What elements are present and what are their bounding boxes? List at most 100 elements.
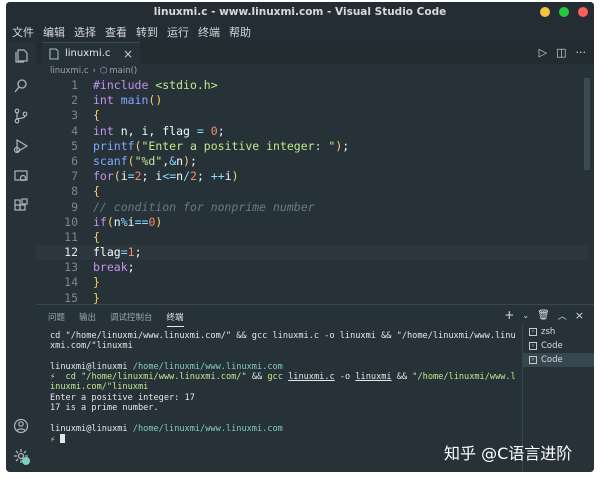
code-line[interactable]: 5 printf("Enter a positive integer: "); [36, 139, 588, 154]
code-line-active[interactable]: 12 flag=1; [36, 245, 588, 261]
close-tab-icon[interactable]: × [123, 47, 133, 61]
account-icon[interactable] [13, 418, 29, 434]
terminal-cursor [60, 433, 66, 443]
code-text: scanf("%d",&n); [93, 153, 197, 168]
terminal-item-label: Code [541, 355, 563, 365]
code-line[interactable]: 11 { [36, 230, 588, 245]
split-editor-icon[interactable]: ◫ [556, 46, 566, 59]
code-text: if(n%i==0) [93, 214, 163, 229]
kill-terminal-icon[interactable]: 🗑 [537, 310, 550, 321]
line-number: 9 [71, 199, 78, 214]
code-editor[interactable]: 1 #include <stdio.h> 2 int main() 3{ 4 int … [36, 78, 588, 304]
code-line[interactable]: 10 if(n%i==0) [36, 215, 588, 230]
code-text: int n, i, flag = 0; [93, 123, 225, 138]
code-line[interactable]: 3{ [36, 108, 588, 123]
cube-icon: ⬡ [99, 66, 108, 76]
menu-file[interactable]: 文件 [12, 24, 34, 40]
menu-help[interactable]: 帮助 [229, 24, 251, 40]
terminal-item-label: Code [541, 341, 563, 351]
terminal-prompt: linuxmi@linuxmi /home/linuxmi/www.linuxm… [50, 423, 283, 434]
code-line[interactable]: 13 break; [36, 260, 588, 275]
tab-terminal[interactable]: 终端 [166, 311, 184, 327]
tab-output[interactable]: 输出 [79, 311, 96, 327]
line-number: 10 [64, 214, 78, 229]
line-number: 8 [71, 184, 78, 199]
code-text: } [93, 275, 100, 290]
tab-label: linuxmi.c [65, 48, 111, 59]
close-panel-icon[interactable]: × [575, 309, 584, 322]
code-line[interactable]: 9 // condition for nonprime number [36, 200, 588, 215]
more-actions-icon[interactable]: ··· [576, 46, 587, 59]
chevron-right-icon: › [92, 66, 96, 76]
line-number: 3 [71, 108, 78, 123]
menu-go[interactable]: 转到 [136, 24, 158, 40]
code-text: int main() [93, 93, 163, 108]
line-number: 6 [71, 153, 78, 168]
code-line[interactable]: 6 scanf("%d",&n); [36, 154, 588, 169]
code-text: break; [93, 260, 135, 275]
menu-terminal[interactable]: 终端 [198, 24, 220, 40]
code-text: { [93, 229, 100, 244]
code-text: for(i=2; i<=n/2; ++i) [93, 169, 239, 184]
menu-view[interactable]: 查看 [105, 24, 127, 40]
terminal-item-code-active[interactable]: › Code [523, 353, 594, 367]
menu-edit[interactable]: 编辑 [43, 24, 65, 40]
terminal-dropdown-icon[interactable]: ⌄ [522, 311, 529, 320]
panel-tabs: 问题 输出 调试控制台 终端 [48, 311, 184, 327]
tab-problems[interactable]: 问题 [48, 311, 65, 327]
terminal-line: xmi.com/"linuxmi [50, 341, 133, 352]
line-number: 5 [71, 138, 78, 153]
terminal-item-code[interactable]: › Code [523, 339, 594, 353]
code-line[interactable]: 2 int main() [36, 93, 588, 108]
tab-debug-console[interactable]: 调试控制台 [110, 311, 153, 327]
menu-run[interactable]: 运行 [167, 24, 189, 40]
menu-selection[interactable]: 选择 [74, 24, 96, 40]
code-line[interactable]: 1 #include <stdio.h> [36, 78, 588, 93]
breadcrumb-file[interactable]: linuxmi.c [50, 66, 89, 76]
watermark: 知乎 @C语言进阶 [444, 444, 573, 463]
extensions-icon[interactable] [13, 198, 29, 214]
terminal-command-wrap: inuxmi.com/"linuxmi [50, 382, 149, 393]
activity-bar [6, 42, 36, 472]
breadcrumb: linuxmi.c › ⬡ main() [50, 64, 137, 78]
close-button[interactable] [578, 7, 588, 17]
editor-scrollbar[interactable] [584, 78, 590, 170]
title-bar: linuxmi.c - www.linuxmi.com - Visual Stu… [6, 2, 594, 22]
code-line[interactable]: 4 int n, i, flag = 0; [36, 124, 588, 139]
source-control-icon[interactable] [13, 108, 29, 124]
maximize-button[interactable] [559, 7, 569, 17]
window-title: linuxmi.c - www.linuxmi.com - Visual Stu… [153, 6, 447, 18]
breadcrumb-symbol[interactable]: main() [109, 66, 137, 76]
remote-explorer-icon[interactable] [13, 168, 29, 184]
terminal-icon: › [529, 328, 537, 336]
code-line[interactable]: 14} [36, 275, 588, 290]
panel-actions: + ⌄ 🗑 ︿ × [504, 308, 584, 322]
search-icon[interactable] [13, 78, 29, 94]
code-line[interactable]: 7 for(i=2; i<=n/2; ++i) [36, 169, 588, 184]
code-line[interactable]: 8{ [36, 184, 588, 199]
code-text: // condition for nonprime number [93, 199, 315, 214]
run-debug-icon[interactable] [13, 138, 29, 154]
code-text: { [93, 184, 100, 199]
vscode-window: linuxmi.c - www.linuxmi.com - Visual Stu… [6, 2, 594, 472]
new-terminal-icon[interactable]: + [504, 308, 514, 322]
terminal-line: cd "/home/linuxmi/www.linuxmi.com/" && g… [50, 331, 516, 341]
tab-linuxmi-c[interactable]: linuxmi.c × [42, 42, 140, 64]
settings-gear-icon[interactable] [13, 448, 30, 465]
line-number: 1 [71, 78, 78, 92]
files-icon[interactable] [13, 48, 29, 64]
line-number: 2 [71, 93, 78, 108]
terminal-line: 17 is a prime number. [50, 403, 159, 414]
update-badge [22, 457, 30, 465]
terminal-icon: › [529, 342, 537, 350]
code-text: #include <stdio.h> [93, 78, 218, 92]
run-icon[interactable]: ▷ [539, 46, 547, 59]
terminal-item-zsh[interactable]: › zsh [523, 325, 594, 339]
line-number: 14 [64, 275, 78, 290]
maximize-panel-icon[interactable]: ︿ [558, 309, 567, 322]
minimize-button[interactable] [540, 7, 550, 17]
terminal-line: Enter a positive integer: 17 [50, 392, 195, 403]
code-line[interactable]: 15} [36, 291, 588, 304]
